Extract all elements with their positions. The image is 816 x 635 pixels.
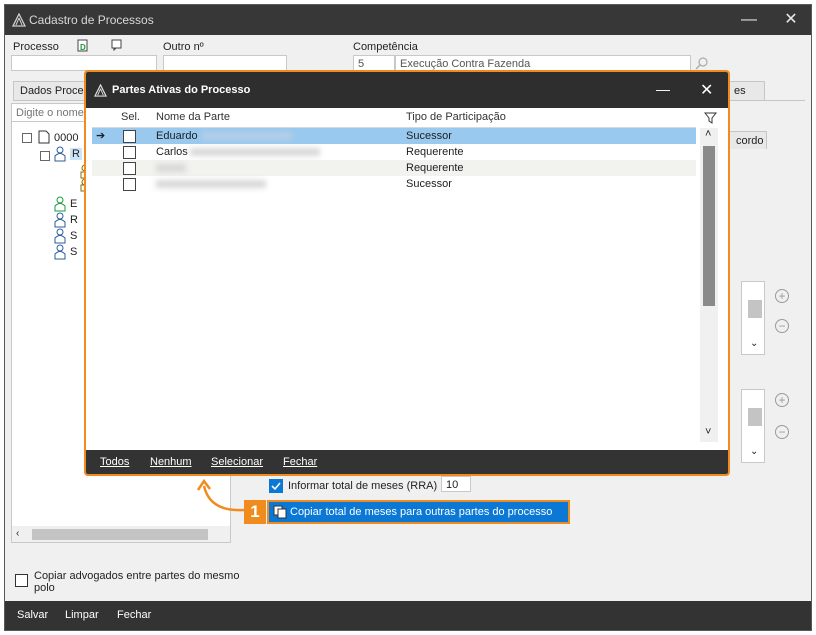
person-icon (54, 146, 66, 162)
row-tipo: Sucessor (406, 130, 452, 142)
list-box[interactable]: ⌄ (741, 389, 765, 463)
app-logo-icon (94, 84, 107, 97)
partes-grid: Sel. Nome da Parte Tipo de Participação … (92, 108, 720, 444)
scroll-thumb[interactable] (32, 529, 208, 540)
tree-collapse-icon[interactable] (40, 151, 50, 161)
callout-badge: 1 (244, 500, 266, 524)
row-checkbox[interactable] (123, 146, 136, 159)
informar-checkbox[interactable] (269, 479, 283, 493)
selecionar-button[interactable]: Selecionar (211, 456, 263, 468)
scroll-thumb[interactable] (748, 408, 762, 426)
todos-button[interactable]: Todos (100, 456, 129, 468)
table-row[interactable]: ➔ Eduardo Sucessor (92, 128, 696, 144)
copy-meses-button[interactable]: Copiar total de meses para outras partes… (267, 500, 570, 524)
window-title: Cadastro de Processos (29, 13, 154, 27)
remove-icon[interactable]: − (775, 425, 789, 439)
filter-icon[interactable] (704, 111, 718, 125)
row-nome: Carlos (156, 146, 188, 158)
person-icon (54, 228, 66, 244)
tab-dados-processo[interactable]: Dados Proce (13, 81, 93, 101)
dialog-footer: Todos Nenhum Selecionar Fechar (86, 450, 728, 474)
tree-item[interactable]: R (70, 214, 78, 226)
row-checkbox[interactable] (123, 162, 136, 175)
tree-item[interactable]: E (70, 198, 77, 210)
redacted-text (202, 132, 292, 140)
row-checkbox[interactable] (123, 130, 136, 143)
note-icon[interactable] (111, 39, 123, 51)
scroll-down-icon[interactable]: ˅ (705, 426, 711, 438)
copy-icon (273, 505, 287, 519)
vertical-scrollbar[interactable]: ˄ ˅ (700, 128, 718, 442)
chevron-down-icon[interactable]: ⌄ (750, 338, 758, 349)
nenhum-button[interactable]: Nenhum (150, 456, 192, 468)
document-icon (38, 130, 50, 144)
minimize-button[interactable]: — (737, 9, 761, 31)
limpar-button[interactable]: Limpar (65, 609, 99, 621)
tree-item[interactable]: S (70, 246, 77, 258)
outro-field[interactable] (163, 55, 287, 71)
acordo-button[interactable]: cordo (729, 131, 767, 149)
table-row[interactable]: Requerente (92, 160, 696, 176)
search-icon[interactable] (695, 56, 709, 70)
column-tipo[interactable]: Tipo de Participação (406, 111, 506, 123)
fechar-button[interactable]: Fechar (117, 609, 151, 621)
redacted-text (190, 148, 320, 156)
tree-collapse-icon[interactable] (22, 133, 32, 143)
dialog-title: Partes Ativas do Processo (112, 84, 251, 96)
person-icon (54, 196, 66, 212)
dialog-titlebar: Partes Ativas do Processo — ✕ (86, 72, 728, 108)
list-box[interactable]: ⌄ (741, 281, 765, 355)
scroll-thumb[interactable] (703, 146, 715, 306)
scroll-left-icon[interactable]: ‹ (16, 528, 19, 539)
copy-advogados-label: Copiar advogados entre partes do mesmo p… (34, 570, 240, 594)
tree-item[interactable]: R (70, 148, 82, 160)
processo-label: Processo (13, 41, 59, 53)
table-row[interactable]: Sucessor (92, 176, 696, 192)
dialog-close-button[interactable]: ✕ (700, 80, 713, 100)
row-nome: Eduardo (156, 130, 198, 142)
new-document-icon[interactable]: D (77, 39, 89, 52)
close-button[interactable]: ✕ (779, 9, 803, 31)
check-icon (271, 482, 281, 491)
add-icon[interactable]: + (775, 393, 789, 407)
row-checkbox[interactable] (123, 178, 136, 191)
person-icon (54, 244, 66, 260)
salvar-button[interactable]: Salvar (17, 609, 48, 621)
informar-field[interactable]: 10 (441, 476, 471, 492)
competencia-field[interactable]: Execução Contra Fazenda (395, 55, 691, 71)
competencia-code-field[interactable]: 5 (353, 55, 395, 71)
person-icon (54, 212, 66, 228)
remove-icon[interactable]: − (775, 319, 789, 333)
outro-label: Outro nº (163, 41, 204, 53)
callout-arrow-icon (196, 478, 245, 512)
tree-root-label[interactable]: 0000 (54, 132, 78, 144)
horizontal-scrollbar[interactable]: ‹ (12, 526, 230, 542)
bottom-toolbar: Salvar Limpar Fechar (5, 601, 811, 630)
scroll-thumb[interactable] (748, 300, 762, 318)
row-tipo: Requerente (406, 146, 464, 158)
app-logo-icon (12, 13, 26, 27)
redacted-text (156, 164, 186, 172)
redacted-text (156, 180, 266, 188)
column-nome[interactable]: Nome da Parte (156, 111, 230, 123)
scroll-up-icon[interactable]: ˄ (705, 128, 711, 140)
column-sel[interactable]: Sel. (121, 111, 140, 123)
tree-item[interactable]: S (70, 230, 77, 242)
svg-text:D: D (80, 43, 86, 52)
chevron-down-icon[interactable]: ⌄ (750, 446, 758, 457)
table-row[interactable]: Carlos Requerente (92, 144, 696, 160)
row-tipo: Sucessor (406, 178, 452, 190)
informar-label: Informar total de meses (RRA) (288, 480, 438, 492)
tab-right[interactable]: es (727, 81, 765, 101)
copy-advogados-checkbox[interactable] (15, 574, 28, 587)
main-titlebar: Cadastro de Processos — ✕ (5, 5, 811, 35)
add-icon[interactable]: + (775, 289, 789, 303)
current-row-arrow-icon: ➔ (96, 130, 106, 142)
competencia-label: Competência (353, 41, 418, 53)
partes-dialog: Partes Ativas do Processo — ✕ Sel. Nome … (84, 70, 730, 476)
row-tipo: Requerente (406, 162, 464, 174)
processo-field[interactable] (11, 55, 157, 71)
dialog-minimize-button[interactable]: — (656, 81, 670, 97)
fechar-dialog-button[interactable]: Fechar (283, 456, 317, 468)
